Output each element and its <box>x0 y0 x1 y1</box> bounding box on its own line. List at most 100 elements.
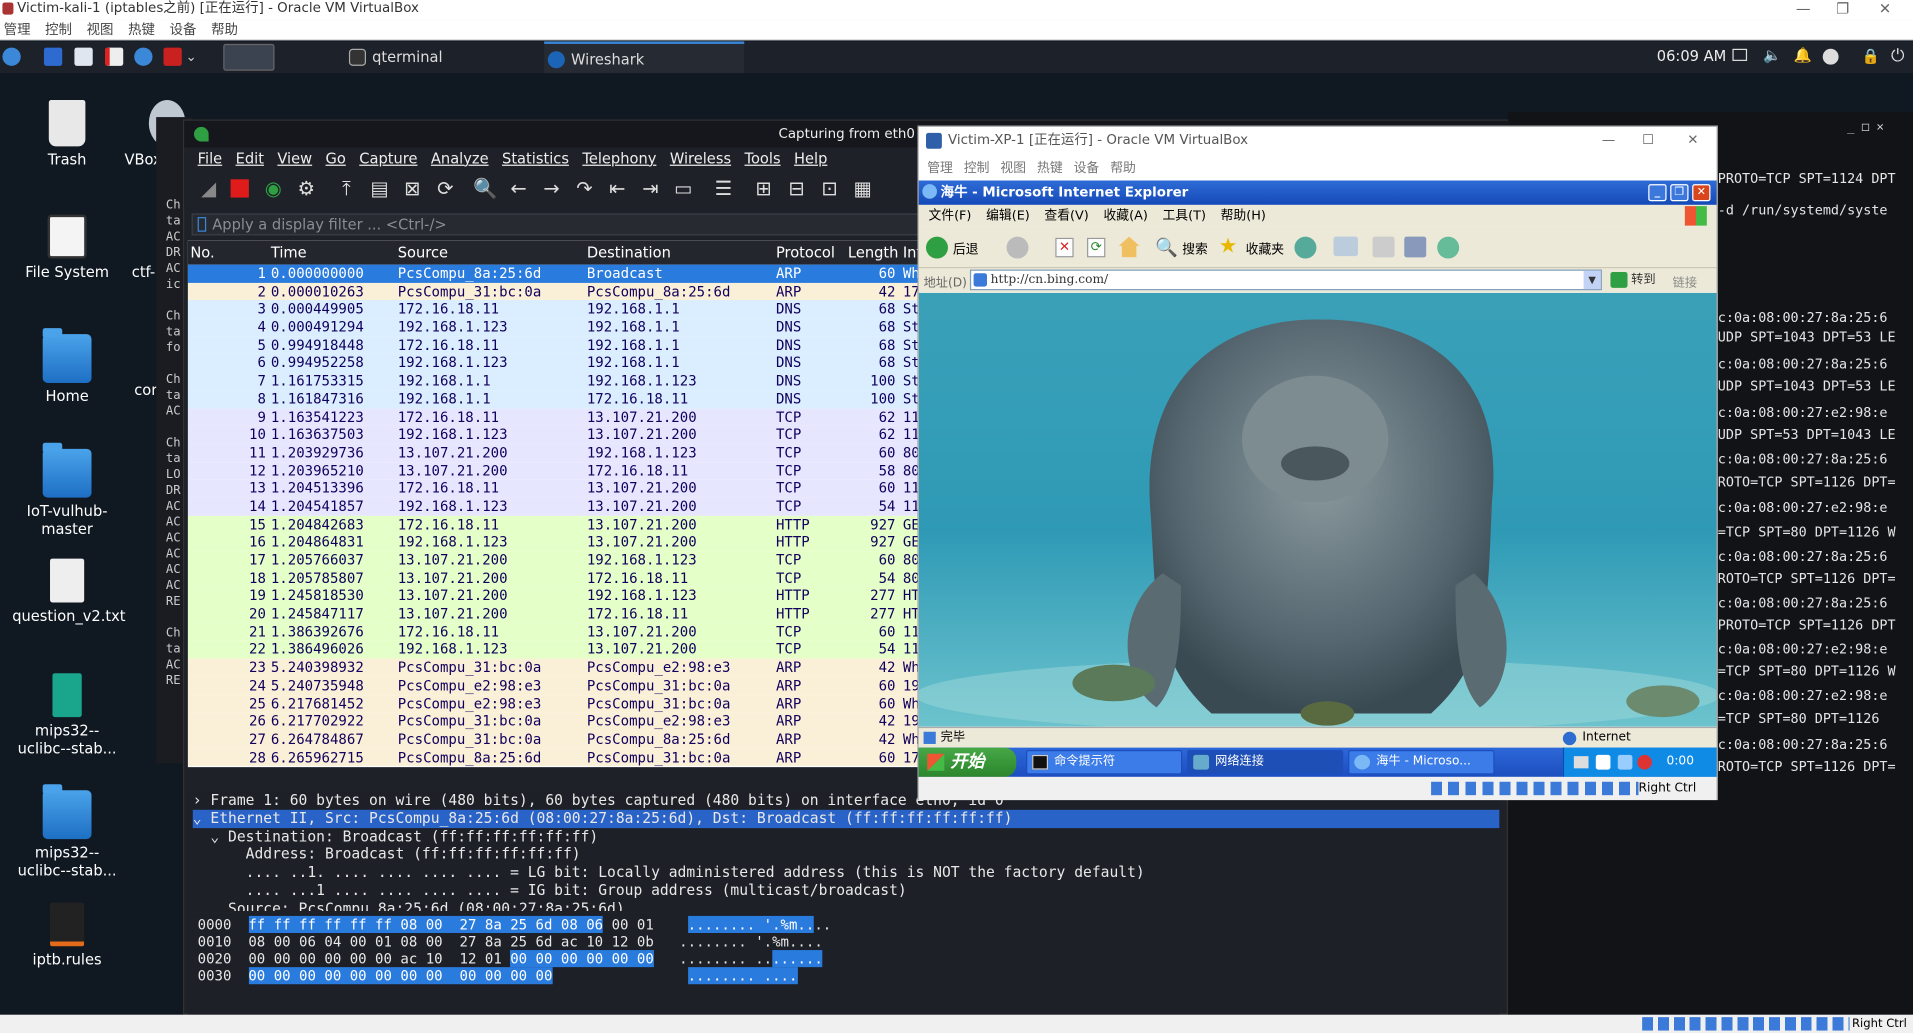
zoom-in-icon[interactable]: ⊞ <box>752 177 776 201</box>
ie-page-content[interactable] <box>918 292 1717 727</box>
open-file-icon[interactable]: ⤒ <box>334 177 358 201</box>
desktop-icon-iptb-rules[interactable]: iptb.rules <box>12 902 122 970</box>
ie-restore-icon[interactable]: ❐ <box>1670 184 1689 202</box>
notification-bell-icon[interactable]: 🔔 <box>1793 46 1811 63</box>
address-dropdown-icon[interactable]: ▼ <box>1583 270 1601 290</box>
desktop-icon-cor[interactable]: cor <box>122 382 159 400</box>
messenger-icon[interactable] <box>1437 236 1460 259</box>
save-file-icon[interactable]: ▤ <box>367 177 391 201</box>
back-arrow-icon[interactable] <box>926 236 948 259</box>
restore-icon[interactable]: ❐ <box>1836 0 1849 17</box>
desktop-icon-home[interactable]: Home <box>12 328 122 406</box>
xp-task-ie[interactable]: 海牛 - Microso... <box>1348 750 1495 775</box>
address-input[interactable]: http://cn.bing.com/ ▼ <box>969 269 1602 291</box>
zoom-out-icon[interactable]: ⊟ <box>784 177 808 201</box>
menu-capture[interactable]: Capture <box>359 150 417 167</box>
go-back-icon[interactable]: ← <box>506 177 530 201</box>
ie-menu-file[interactable]: 文件(F) <box>928 209 971 224</box>
ie-close-icon[interactable]: ✕ <box>1692 184 1711 202</box>
packet-details-pane[interactable]: › Frame 1: 60 bytes on wire (480 bits), … <box>187 791 1500 912</box>
lock-icon[interactable]: 🔒 <box>1862 48 1880 65</box>
kali-menu-icon[interactable] <box>2 47 21 66</box>
resize-columns-icon[interactable]: ▦ <box>850 177 874 201</box>
desktop-icon-mips-folder[interactable]: mips32--uclibc--stab... <box>12 784 122 880</box>
colorize-icon[interactable]: ☰ <box>711 177 735 201</box>
chevron-down-icon[interactable]: ⌄ <box>185 49 196 65</box>
close-icon[interactable]: ✕ <box>1687 127 1698 154</box>
host-menu-hotkey[interactable]: 热键 <box>128 22 155 38</box>
xp-clock[interactable]: 0:00 <box>1667 748 1694 777</box>
detail-tree-item[interactable]: Address: Broadcast (ff:ff:ff:ff:ff:ff) <box>193 846 1500 864</box>
column-time[interactable]: Time <box>271 240 307 264</box>
desktop-icon-mips-archive[interactable]: mips32--uclibc--stab... <box>12 673 122 758</box>
mail-icon[interactable] <box>1333 236 1358 257</box>
close-file-icon[interactable]: ⊠ <box>400 177 424 201</box>
minimize-icon[interactable]: — <box>1602 127 1615 154</box>
panel-clock[interactable]: 06:09 AM <box>1657 48 1727 65</box>
vm-menu-control[interactable]: 控制 <box>964 161 990 176</box>
host-menu-manage[interactable]: 管理 <box>4 22 31 38</box>
media-icon[interactable] <box>1294 236 1317 259</box>
browser-icon[interactable] <box>134 47 153 66</box>
host-menu-control[interactable]: 控制 <box>45 22 72 38</box>
detail-tree-item[interactable]: .... ..1. .... .... .... .... = LG bit: … <box>193 864 1500 882</box>
ie-menu-tools[interactable]: 工具(T) <box>1162 209 1205 224</box>
stop-capture-icon[interactable] <box>230 179 249 198</box>
links-label[interactable]: 链接 <box>1673 272 1697 290</box>
display-icon[interactable] <box>1732 48 1748 61</box>
menu-tools[interactable]: Tools <box>745 150 781 167</box>
menu-telephony[interactable]: Telephony <box>582 150 656 167</box>
restart-capture-icon[interactable]: ◉ <box>261 177 285 201</box>
task-qterminal[interactable]: qterminal <box>345 41 528 73</box>
network-tray-icon[interactable] <box>1617 754 1633 770</box>
normal-size-icon[interactable]: ⊡ <box>817 177 841 201</box>
ie-menu-view[interactable]: 查看(V) <box>1044 209 1088 224</box>
vm-device-icons[interactable] <box>1431 781 1639 796</box>
ie-menu-edit[interactable]: 编辑(E) <box>986 209 1030 224</box>
menu-view[interactable]: View <box>277 150 312 167</box>
minimize-icon[interactable]: — <box>1796 0 1811 17</box>
xp-vm-window[interactable]: Victim-XP-1 [正在运行] - Oracle VM VirtualBo… <box>917 125 1718 801</box>
desktop-icon-question[interactable]: question_v2.txt <box>12 558 126 626</box>
autoscroll-icon[interactable]: ▭ <box>671 177 695 201</box>
start-button[interactable]: 开始 <box>918 747 1017 777</box>
network-icon[interactable] <box>1822 48 1839 65</box>
menu-file[interactable]: File <box>198 150 223 167</box>
first-packet-icon[interactable]: ⇤ <box>605 177 629 201</box>
forward-arrow-icon[interactable] <box>1006 236 1029 259</box>
detail-tree-item[interactable]: ⌄ Ethernet II, Src: PcsCompu_8a:25:6d (0… <box>192 809 1500 828</box>
menu-help[interactable]: Help <box>794 150 827 167</box>
volume-icon[interactable]: 🔈 <box>1763 46 1781 63</box>
xp-task-network[interactable]: 网络连接 <box>1187 750 1344 775</box>
search-button-label[interactable]: 搜索 <box>1182 240 1208 258</box>
favorites-button-label[interactable]: 收藏夹 <box>1246 240 1284 258</box>
terminal-window-controls[interactable]: _ □ ✕ <box>1847 120 1884 136</box>
menu-wireless[interactable]: Wireless <box>670 150 731 167</box>
ie-menu-help[interactable]: 帮助(H) <box>1221 209 1266 224</box>
menu-edit[interactable]: Edit <box>236 150 264 167</box>
refresh-icon[interactable]: ⟳ <box>1087 237 1106 258</box>
find-packet-icon[interactable]: 🔍 <box>473 177 497 201</box>
vm-menu-help[interactable]: 帮助 <box>1110 161 1136 176</box>
bookmark-icon[interactable] <box>197 217 207 232</box>
ie-menu-favorites[interactable]: 收藏(A) <box>1103 209 1147 224</box>
power-icon[interactable]: ⏻ <box>1891 46 1905 66</box>
vm-menu-manage[interactable]: 管理 <box>927 161 953 176</box>
column-no[interactable]: No. <box>190 240 214 264</box>
search-icon[interactable]: 🔍 <box>1155 237 1178 259</box>
menu-go[interactable]: Go <box>326 150 346 167</box>
detail-tree-item[interactable]: ⌄ Destination: Broadcast (ff:ff:ff:ff:ff… <box>193 828 1500 846</box>
host-menu-devices[interactable]: 设备 <box>170 22 197 38</box>
workspace-switcher[interactable] <box>223 43 275 71</box>
go-button[interactable]: 转到 <box>1609 270 1668 291</box>
packet-bytes-pane[interactable]: 0000 ff ff ff ff ff ff 08 00 27 8a 25 6d… <box>187 913 1500 1016</box>
host-menu-help[interactable]: 帮助 <box>211 22 238 38</box>
show-desktop-icon[interactable] <box>43 47 63 66</box>
start-capture-icon[interactable]: ◢ <box>196 177 220 201</box>
app-launcher-icon[interactable] <box>163 47 182 66</box>
vm-menu-view[interactable]: 视图 <box>1000 161 1026 176</box>
desktop-icon-file-system[interactable]: File System <box>12 214 122 282</box>
detail-tree-item[interactable]: .... ...1 .... .... .... .... = IG bit: … <box>193 882 1500 900</box>
column-source[interactable]: Source <box>398 240 448 264</box>
task-wireshark[interactable]: Wireshark <box>544 41 745 74</box>
